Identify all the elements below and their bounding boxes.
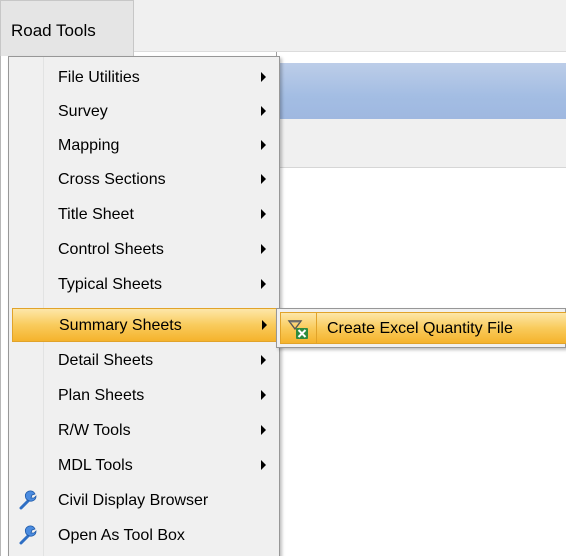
menu-item-label: Typical Sheets: [58, 276, 163, 293]
submenu-arrow-icon: [261, 460, 266, 470]
menu-road-tools[interactable]: Road Tools: [0, 0, 134, 56]
menu-road-tools-label: Road Tools: [11, 21, 96, 40]
window-edge: [0, 52, 1, 556]
menu-item-label: Civil Display Browser: [58, 492, 209, 509]
summary-sheets-submenu: Create Excel Quantity File: [276, 308, 566, 348]
menu-item-typical-sheets[interactable]: Typical Sheets: [11, 267, 275, 301]
menu-item-label: Summary Sheets: [59, 317, 182, 334]
submenu-arrow-icon: [261, 244, 266, 254]
submenu-arrow-icon: [261, 106, 266, 116]
menu-item-label: Mapping: [58, 137, 120, 154]
menu-item-mapping[interactable]: Mapping: [11, 128, 275, 162]
submenu-icon-divider: [316, 313, 317, 343]
submenu-arrow-icon: [261, 174, 266, 184]
menu-item-summary-sheets[interactable]: Summary Sheets: [12, 308, 278, 342]
menu-item-label: Cross Sections: [58, 171, 166, 188]
submenu-arrow-icon: [261, 209, 266, 219]
submenu-arrow-icon: [262, 320, 267, 330]
submenu-arrow-icon: [261, 390, 266, 400]
menu-item-survey[interactable]: Survey: [11, 94, 275, 128]
submenu-arrow-icon: [261, 425, 266, 435]
submenu-item-label: Create Excel Quantity File: [327, 320, 513, 337]
excel-quantity-icon: [287, 320, 308, 339]
menu-item-label: File Utilities: [58, 69, 140, 86]
menu-item-civil-display-browser[interactable]: Civil Display Browser: [11, 483, 275, 517]
submenu-arrow-icon: [261, 72, 266, 82]
menu-item-label: Survey: [58, 103, 108, 120]
menu-item-file-utilities[interactable]: File Utilities: [11, 60, 275, 94]
submenu-arrow-icon: [261, 140, 266, 150]
menu-item-label: Detail Sheets: [58, 352, 154, 369]
menu-item-label: Title Sheet: [58, 206, 134, 223]
menu-item-label: Plan Sheets: [58, 387, 145, 404]
menu-item-create-excel-quantity-file[interactable]: Create Excel Quantity File: [280, 312, 566, 344]
menu-item-label: Open As Tool Box: [58, 527, 185, 544]
menu-item-label: MDL Tools: [58, 457, 133, 474]
menu-item-rw-tools[interactable]: R/W Tools: [11, 413, 275, 447]
menu-item-detail-sheets[interactable]: Detail Sheets: [11, 343, 275, 377]
screen: Road Tools File Utilities Survey Mapping…: [0, 0, 566, 556]
submenu-arrow-icon: [261, 355, 266, 365]
menu-item-cross-sections[interactable]: Cross Sections: [11, 162, 275, 196]
background-window-titlebar: [278, 63, 566, 119]
menu-item-control-sheets[interactable]: Control Sheets: [11, 232, 275, 266]
menu-item-label: Control Sheets: [58, 241, 164, 258]
menu-item-label: R/W Tools: [58, 422, 131, 439]
road-tools-dropdown: File Utilities Survey Mapping Cross Sect…: [8, 56, 280, 556]
background-window-toolbar: [278, 119, 566, 168]
menu-item-title-sheet[interactable]: Title Sheet: [11, 197, 275, 231]
menu-item-plan-sheets[interactable]: Plan Sheets: [11, 378, 275, 412]
wrench-icon: [19, 525, 37, 545]
submenu-arrow-icon: [261, 279, 266, 289]
wrench-icon: [19, 490, 37, 510]
menu-item-mdl-tools[interactable]: MDL Tools: [11, 448, 275, 482]
menu-item-open-as-tool-box[interactable]: Open As Tool Box: [11, 518, 275, 552]
